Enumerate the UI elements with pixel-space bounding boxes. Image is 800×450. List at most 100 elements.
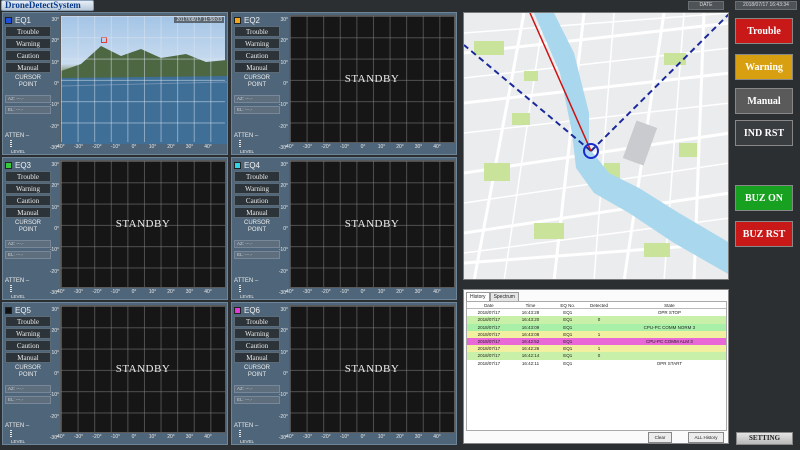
panel-eq1: EQ1 Trouble Warning Caution Manual CURSOR POI… — [2, 12, 228, 155]
x-tick: -30° — [302, 289, 313, 295]
buz-rst-button[interactable]: BUZ RST — [735, 221, 793, 247]
plot-view[interactable]: STANDBY — [289, 305, 455, 433]
warning-button[interactable]: Warning — [234, 328, 280, 339]
level-label: LEVEL — [11, 149, 26, 154]
panel-title: EQ4 — [244, 160, 261, 170]
trouble-button[interactable]: Trouble — [234, 316, 280, 327]
y-tick: -20° — [278, 268, 288, 275]
table-row[interactable]: 2018/07/17 16:42:14 EQ1 0 — [467, 352, 726, 360]
trouble-button[interactable]: Trouble — [5, 26, 51, 37]
col-time: Time — [525, 303, 536, 308]
map-view[interactable] — [463, 12, 729, 280]
plot-view[interactable]: STANDBY — [289, 160, 455, 288]
setting-button[interactable]: SETTING — [736, 432, 793, 445]
x-tick: 30° — [414, 144, 423, 150]
frame-timestamp: 2017/08/17 11:58:03 — [174, 17, 224, 23]
y-tick: 10° — [51, 349, 59, 356]
warning-button[interactable]: Warning — [234, 38, 280, 49]
cell-time: 16:42:26 — [521, 346, 540, 352]
y-tick: -10° — [278, 247, 288, 254]
cell-state — [613, 352, 726, 359]
y-tick: 10° — [51, 59, 59, 66]
atten-label: ATTEN – — [5, 423, 30, 429]
x-tick: 0° — [360, 289, 366, 295]
tab-history[interactable]: History — [466, 292, 490, 301]
buz-on-button[interactable]: BUZ ON — [735, 185, 793, 211]
plot-view[interactable]: 2017/08/17 11:58:03 — [60, 15, 227, 144]
trouble-alarm-button[interactable]: Trouble — [735, 18, 793, 44]
x-tick: 10° — [377, 434, 386, 440]
x-tick: -20° — [92, 144, 102, 150]
y-tick: -20° — [49, 123, 59, 130]
cell-date: 2018/07/17 — [477, 317, 501, 323]
panel-title: EQ3 — [15, 160, 32, 170]
y-tick: -20° — [49, 268, 59, 275]
trouble-button[interactable]: Trouble — [5, 316, 51, 327]
trouble-button[interactable]: Trouble — [5, 171, 51, 182]
table-row[interactable]: 2018/07/17 16:43:09 EQ1 CPU-PC COMM NORM 3 — [467, 323, 726, 331]
x-tick: -10° — [110, 434, 121, 440]
manual-button[interactable]: Manual — [234, 352, 280, 363]
cell-date: 2018/07/17 — [477, 338, 501, 344]
az-readout: AZ: ---.- — [5, 240, 51, 248]
all-history-button[interactable]: ALL History — [688, 432, 724, 443]
plot-view[interactable]: STANDBY — [60, 305, 226, 433]
warning-button[interactable]: Warning — [234, 183, 280, 194]
cell-time: 16:42:14 — [521, 353, 540, 359]
cell-date: 2018/07/17 — [477, 346, 501, 352]
warning-alarm-button[interactable]: Warning — [735, 54, 793, 80]
y-tick: -10° — [49, 247, 59, 254]
plot-view[interactable]: STANDBY — [60, 160, 226, 288]
table-row[interactable]: 2018/07/17 16:43:08 EQ1 1 — [467, 330, 726, 338]
caution-button[interactable]: Caution — [234, 340, 280, 351]
warning-button[interactable]: Warning — [5, 328, 51, 339]
y-tick: 20° — [51, 328, 59, 335]
table-row[interactable]: 2018/07/17 16:43:28 EQ1 OPR STOP — [467, 309, 726, 317]
trouble-button[interactable]: Trouble — [234, 171, 280, 182]
manual-button[interactable]: Manual — [234, 207, 280, 218]
caution-button[interactable]: Caution — [234, 50, 280, 61]
x-tick: 30° — [185, 144, 194, 150]
cell-detected — [585, 324, 613, 331]
cell-eq: EQ1 — [563, 317, 573, 323]
x-tick: 40° — [433, 289, 441, 295]
x-tick: -20° — [92, 289, 102, 295]
cell-state: CPU-PC COMM NORM 3 — [643, 324, 696, 330]
manual-button[interactable]: Manual — [234, 62, 280, 73]
table-row[interactable]: 2018/07/17 16:43:20 EQ1 0 — [467, 316, 726, 324]
y-tick: 30° — [280, 17, 288, 23]
el-readout: EL: ---.- — [5, 106, 51, 114]
panel-eq6: EQ6 Trouble Warning Caution Manual CURSOR POI… — [231, 302, 457, 445]
manual-mode-button[interactable]: Manual — [735, 88, 793, 114]
cell-time: 16:43:08 — [521, 331, 540, 337]
panel-eq2: EQ2 Trouble Warning Caution Manual CURSOR POI… — [231, 12, 457, 155]
x-tick: 10° — [377, 289, 386, 295]
x-tick: -40° — [284, 144, 294, 150]
cell-state: OPR STOP — [657, 310, 682, 316]
caution-button[interactable]: Caution — [5, 340, 51, 351]
warning-button[interactable]: Warning — [5, 183, 51, 194]
panel-eq4: EQ4 Trouble Warning Caution Manual CURSOR POI… — [231, 157, 457, 300]
caution-button[interactable]: Caution — [5, 195, 51, 206]
ind-rst-button[interactable]: IND RST — [735, 120, 793, 146]
x-tick: 20° — [167, 289, 175, 295]
warning-button[interactable]: Warning — [5, 38, 51, 49]
standby-label: STANDBY — [344, 218, 400, 230]
caution-button[interactable]: Caution — [5, 50, 51, 61]
table-row[interactable]: 2018/07/17 16:42:26 EQ1 1 — [467, 345, 726, 353]
y-tick: -10° — [278, 392, 288, 399]
x-tick: 40° — [204, 434, 212, 440]
caution-button[interactable]: Caution — [234, 195, 280, 206]
x-tick: 20° — [396, 434, 404, 440]
cell-state: OPR START — [656, 360, 683, 366]
manual-button[interactable]: Manual — [5, 207, 51, 218]
tab-spectrum[interactable]: Spectrum — [489, 292, 519, 301]
manual-button[interactable]: Manual — [5, 352, 51, 363]
table-row[interactable]: 2018/07/17 16:42:11 EQ1 OPR START — [467, 359, 726, 367]
panel-buttons: Trouble Warning Caution Manual — [5, 171, 57, 219]
manual-button[interactable]: Manual — [5, 62, 51, 73]
clear-button[interactable]: Clear — [648, 432, 672, 443]
plot-view[interactable]: STANDBY — [289, 15, 455, 143]
trouble-button[interactable]: Trouble — [234, 26, 280, 37]
table-row[interactable]: 2018/07/17 16:42:52 EQ1 CPU-PC COMM ALM 3 — [467, 337, 726, 346]
